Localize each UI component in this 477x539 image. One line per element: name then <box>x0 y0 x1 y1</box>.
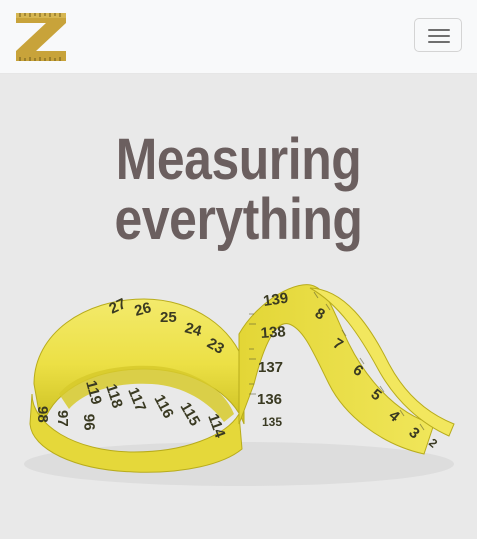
tape-number: 139 <box>262 290 289 310</box>
hamburger-menu-icon <box>428 35 450 37</box>
tape-number: 136 <box>257 391 282 408</box>
tape-number: 25 <box>160 309 177 326</box>
menu-toggle-button[interactable] <box>414 18 462 52</box>
hamburger-menu-icon <box>428 29 450 31</box>
tape-number: 118 <box>102 382 126 410</box>
top-navbar <box>0 0 477 74</box>
ruler-z-logo-icon[interactable] <box>14 9 68 63</box>
hero-section: Measuring everything 139 138 137 136 135… <box>0 74 477 539</box>
tape-number: 137 <box>258 359 283 376</box>
tape-number: 117 <box>124 385 149 414</box>
hero-title: Measuring everything <box>33 130 443 250</box>
tape-number: 115 <box>177 400 204 429</box>
tape-number: 98 <box>34 406 51 423</box>
tape-number: 97 <box>54 410 71 427</box>
hamburger-menu-icon <box>428 41 450 43</box>
tape-number: 138 <box>260 323 286 342</box>
hero-title-line-2: everything <box>114 187 363 252</box>
tape-number: 135 <box>262 415 282 429</box>
hero-title-line-1: Measuring <box>115 127 362 192</box>
tape-number: 96 <box>80 414 98 431</box>
measuring-tape-image: 139 138 137 136 135 8 7 6 5 4 3 2 27 26 … <box>24 284 455 486</box>
tape-number: 116 <box>150 392 176 421</box>
